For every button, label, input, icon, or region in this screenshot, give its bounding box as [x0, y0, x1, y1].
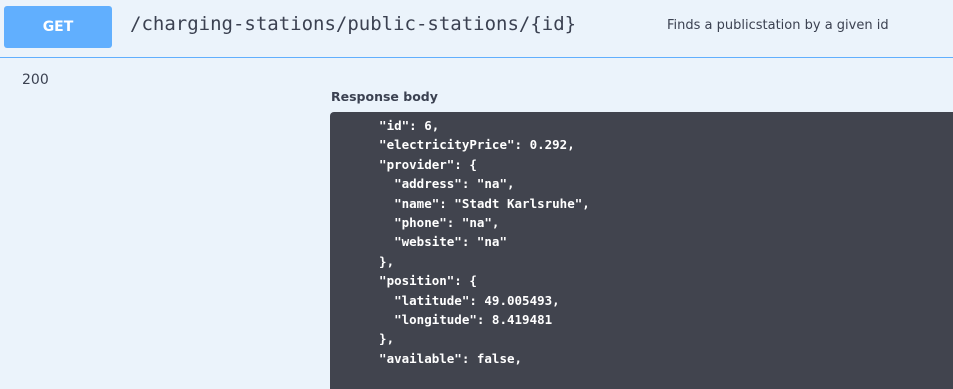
method-badge-get: GET: [4, 6, 112, 48]
endpoint-description: Finds a publicstation by a given id: [667, 18, 889, 33]
opblock-summary[interactable]: GET /charging-stations/public-stations/{…: [0, 0, 953, 58]
response-status-code: 200: [22, 72, 49, 88]
response-body-label: Response body: [331, 89, 438, 104]
response-body-json: "id": 6, "electricityPrice": 0.292, "pro…: [379, 118, 590, 366]
response-body-code-block[interactable]: "id": 6, "electricityPrice": 0.292, "pro…: [330, 112, 953, 389]
endpoint-path: /charging-stations/public-stations/{id}: [130, 13, 577, 35]
